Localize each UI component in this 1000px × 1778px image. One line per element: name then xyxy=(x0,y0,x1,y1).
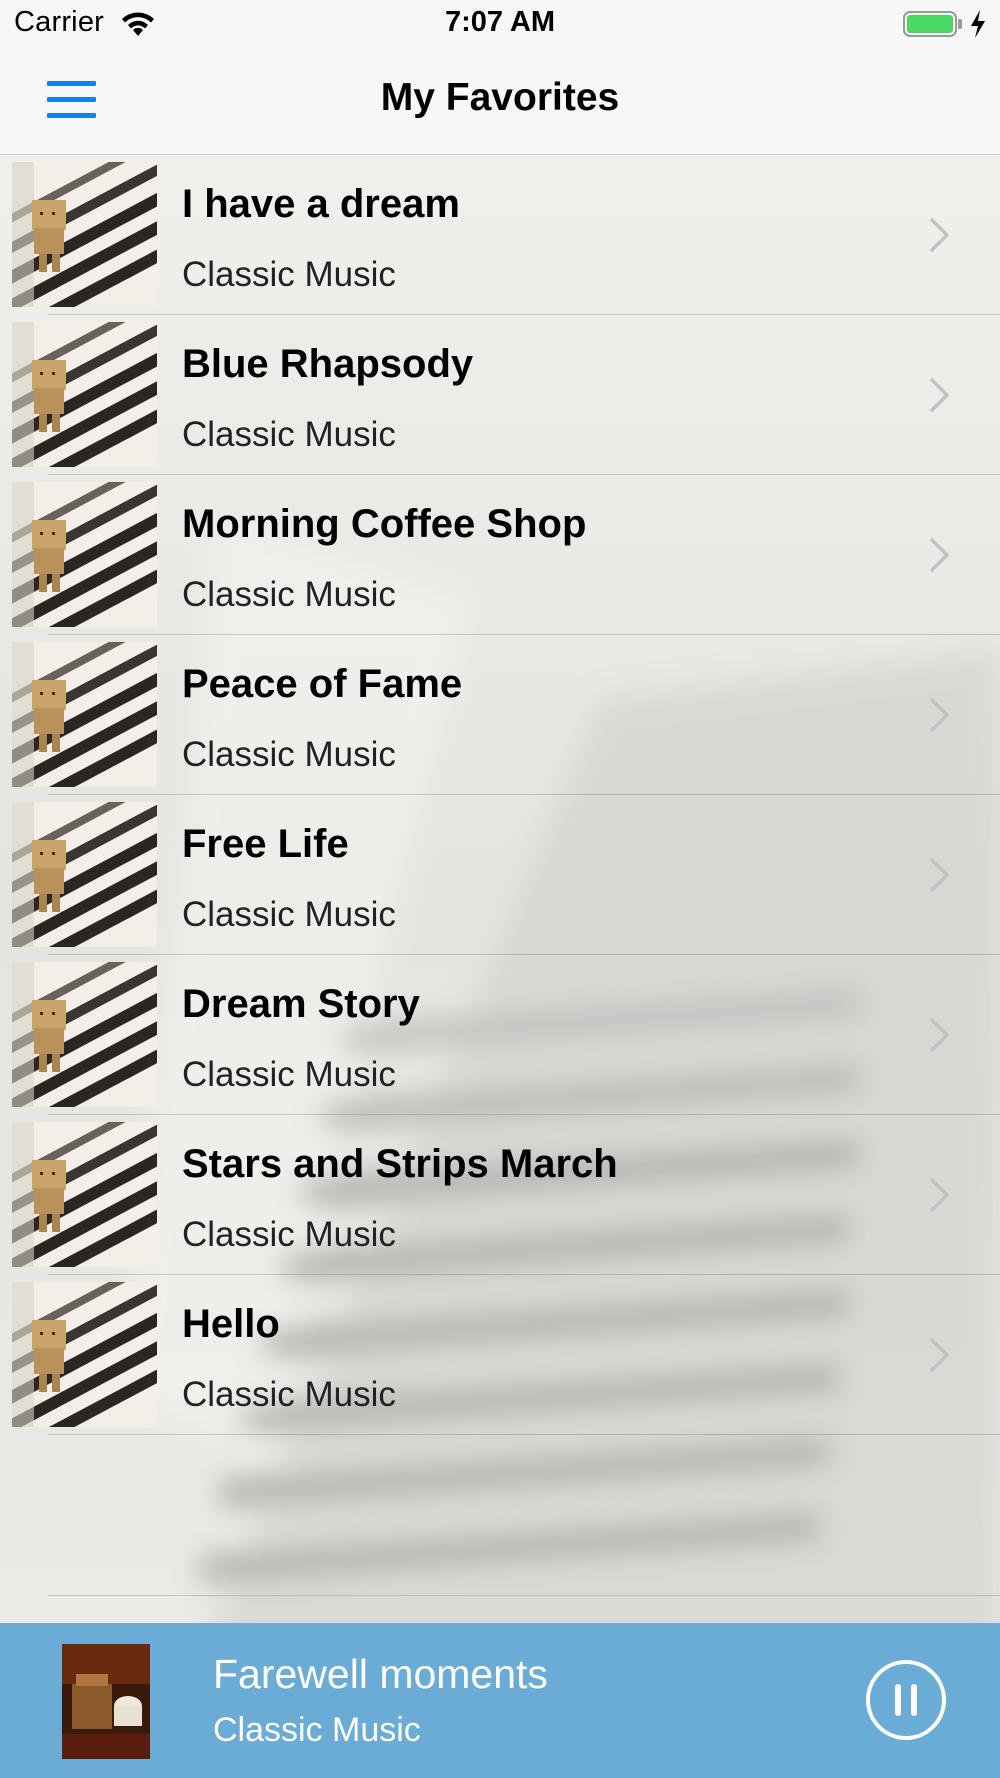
song-row[interactable]: Hello Classic Music xyxy=(0,1275,1000,1435)
song-row[interactable]: I have a dream Classic Music xyxy=(0,155,1000,315)
now-playing-album-art xyxy=(62,1644,150,1759)
song-row[interactable]: Stars and Strips March Classic Music xyxy=(0,1115,1000,1275)
album-art xyxy=(12,162,157,307)
album-art xyxy=(12,962,157,1107)
song-row[interactable]: Morning Coffee Shop Classic Music xyxy=(0,475,1000,635)
now-playing-subtitle: Classic Music xyxy=(213,1711,421,1749)
song-title: Stars and Strips March xyxy=(182,1142,618,1186)
chevron-right-icon xyxy=(930,698,949,732)
song-subtitle: Classic Music xyxy=(182,1375,396,1414)
song-subtitle: Classic Music xyxy=(182,415,396,454)
song-title: Morning Coffee Shop xyxy=(182,502,587,546)
chevron-right-icon xyxy=(930,1018,949,1052)
song-row[interactable]: Peace of Fame Classic Music xyxy=(0,635,1000,795)
status-time: 7:07 AM xyxy=(444,6,556,38)
album-art xyxy=(12,482,157,627)
song-row[interactable]: Dream Story Classic Music xyxy=(0,955,1000,1115)
song-row[interactable]: Free Life Classic Music xyxy=(0,795,1000,955)
album-art xyxy=(12,322,157,467)
charging-bolt-icon xyxy=(971,10,985,38)
album-art xyxy=(12,642,157,787)
song-title: Dream Story xyxy=(182,982,420,1026)
status-bar: Carrier 7:07 AM xyxy=(0,0,1000,50)
chevron-right-icon xyxy=(930,378,949,412)
chevron-right-icon xyxy=(930,1338,949,1372)
album-art xyxy=(12,802,157,947)
chevron-right-icon xyxy=(930,218,949,252)
chevron-right-icon xyxy=(930,858,949,892)
song-subtitle: Classic Music xyxy=(182,575,396,614)
chevron-right-icon xyxy=(930,1178,949,1212)
song-title: Peace of Fame xyxy=(182,662,463,706)
song-subtitle: Classic Music xyxy=(182,1055,396,1094)
song-subtitle: Classic Music xyxy=(182,255,396,294)
song-title: Hello xyxy=(182,1302,280,1346)
song-subtitle: Classic Music xyxy=(182,1215,396,1254)
navigation-bar: My Favorites xyxy=(0,50,1000,155)
now-playing-bar[interactable]: Farewell moments Classic Music xyxy=(0,1623,1000,1778)
song-title: I have a dream xyxy=(182,182,460,226)
song-subtitle: Classic Music xyxy=(182,895,396,934)
favorites-list: I have a dream Classic Music Blue Rhapso… xyxy=(0,155,1000,1435)
list-divider xyxy=(48,1595,1000,1596)
battery-icon xyxy=(903,11,962,37)
pause-icon[interactable] xyxy=(865,1659,947,1741)
album-art xyxy=(12,1282,157,1427)
song-title: Blue Rhapsody xyxy=(182,342,474,386)
song-title: Free Life xyxy=(182,822,349,866)
album-art xyxy=(12,1122,157,1267)
song-row[interactable]: Blue Rhapsody Classic Music xyxy=(0,315,1000,475)
song-subtitle: Classic Music xyxy=(182,735,396,774)
page-title: My Favorites xyxy=(380,76,620,119)
chevron-right-icon xyxy=(930,538,949,572)
row-divider xyxy=(48,1434,1000,1435)
now-playing-title: Farewell moments xyxy=(213,1651,548,1697)
